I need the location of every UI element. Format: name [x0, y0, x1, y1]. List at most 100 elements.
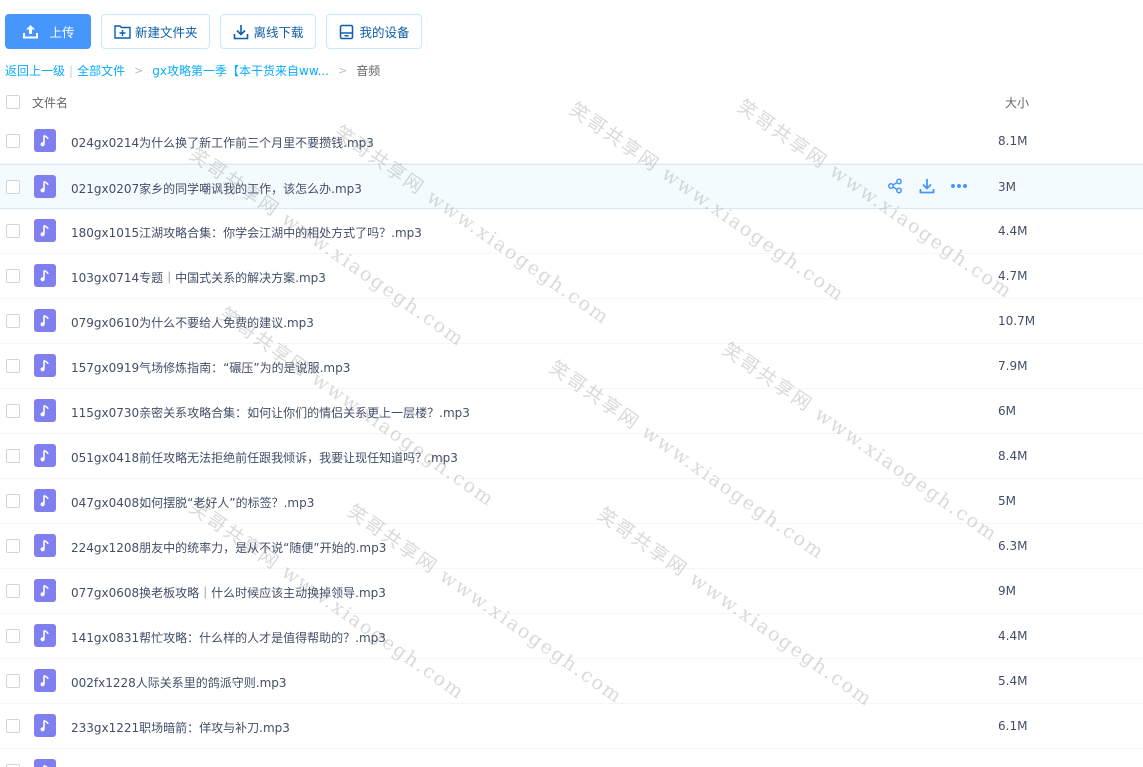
music-note-icon [34, 444, 56, 467]
list-header: 文件名 大小 [0, 90, 1143, 118]
all-files-link[interactable]: 全部文件 [77, 62, 125, 79]
music-note-icon [34, 399, 56, 422]
file-row[interactable]: 224gx1208朋友中的统率力，是从不说“随便”开始的.mp3 6.3M [0, 524, 1143, 569]
folder-link[interactable]: gx攻略第一季【本干货来自ww... [152, 62, 329, 79]
row-checkbox[interactable] [6, 314, 20, 328]
file-row[interactable]: 115gx0730亲密关系攻略合集：如何让你们的情侣关系更上一层楼？.mp3 6M [0, 389, 1143, 434]
row-checkbox[interactable] [6, 180, 20, 194]
device-icon [338, 23, 356, 41]
upload-icon [21, 23, 39, 41]
file-size: 9M [998, 584, 1016, 598]
music-note-icon [34, 534, 56, 557]
file-size: 5.4M [998, 674, 1028, 688]
row-checkbox[interactable] [6, 719, 20, 733]
file-row[interactable]: 021gx0207家乡的同学嘲讽我的工作，该怎么办.mp3 3M [0, 164, 1143, 209]
upload-button[interactable]: 上传 [5, 14, 91, 49]
breadcrumb-chevron-icon: > [338, 64, 348, 77]
row-checkbox[interactable] [6, 449, 20, 463]
file-name[interactable]: 079gx0610为什么不要给人免费的建议.mp3 [71, 314, 314, 331]
file-row[interactable] [0, 749, 1143, 767]
row-checkbox[interactable] [6, 269, 20, 283]
row-checkbox[interactable] [6, 539, 20, 553]
row-checkbox[interactable] [6, 359, 20, 373]
music-note-icon [34, 354, 56, 377]
music-note-icon [34, 175, 56, 198]
row-checkbox[interactable] [6, 404, 20, 418]
my-devices-label: 我的设备 [359, 25, 410, 40]
row-actions [886, 177, 968, 195]
file-size: 4.7M [998, 269, 1028, 283]
file-list: 024gx0214为什么换了新工作前三个月里不要攒钱.mp3 8.1M 021gx0… [0, 119, 1143, 767]
row-checkbox[interactable] [6, 224, 20, 238]
more-icon[interactable] [950, 177, 968, 195]
file-size: 8.1M [998, 134, 1028, 148]
file-size: 4.4M [998, 629, 1028, 643]
current-folder: 音频 [356, 64, 381, 78]
share-icon[interactable] [886, 177, 904, 195]
file-row[interactable]: 180gx1015江湖攻略合集：你学会江湖中的相处方式了吗？.mp3 4.4M [0, 209, 1143, 254]
file-size: 6M [998, 404, 1016, 418]
file-name[interactable]: 224gx1208朋友中的统率力，是从不说“随便”开始的.mp3 [71, 539, 386, 556]
music-note-icon [34, 219, 56, 242]
download-icon [232, 23, 250, 41]
music-note-icon [34, 129, 56, 152]
file-size: 3M [998, 180, 1016, 194]
breadcrumb-separator: | [69, 63, 74, 78]
file-size: 7.9M [998, 359, 1028, 373]
file-name[interactable]: 103gx0714专题｜中国式关系的解决方案.mp3 [71, 269, 326, 286]
new-folder-button[interactable]: 新建文件夹 [101, 14, 210, 49]
file-size: 6.1M [998, 719, 1028, 733]
file-row[interactable]: 141gx0831帮忙攻略：什么样的人才是值得帮助的？.mp3 4.4M [0, 614, 1143, 659]
row-checkbox[interactable] [6, 674, 20, 688]
file-size: 4.4M [998, 224, 1028, 238]
file-name[interactable]: 024gx0214为什么换了新工作前三个月里不要攒钱.mp3 [71, 134, 374, 151]
upload-label: 上传 [49, 25, 75, 40]
column-header-size[interactable]: 大小 [1005, 94, 1029, 111]
file-name[interactable]: 233gx1221职场暗箭：佯攻与补刀.mp3 [71, 719, 290, 736]
file-name[interactable]: 047gx0408如何摆脱“老好人”的标签？.mp3 [71, 494, 314, 511]
new-folder-label: 新建文件夹 [135, 25, 198, 40]
file-row[interactable]: 002fx1228人际关系里的鸽派守则.mp3 5.4M [0, 659, 1143, 704]
folder-plus-icon [113, 23, 131, 41]
music-note-icon [34, 489, 56, 512]
file-name[interactable]: 051gx0418前任攻略无法拒绝前任跟我倾诉，我要让现任知道吗？.mp3 [71, 449, 458, 466]
file-name[interactable]: 021gx0207家乡的同学嘲讽我的工作，该怎么办.mp3 [71, 180, 362, 197]
column-header-name[interactable]: 文件名 [32, 94, 68, 111]
download-icon[interactable] [918, 177, 936, 195]
file-name[interactable]: 180gx1015江湖攻略合集：你学会江湖中的相处方式了吗？.mp3 [71, 224, 422, 241]
music-note-icon [34, 264, 56, 287]
file-row[interactable]: 233gx1221职场暗箭：佯攻与补刀.mp3 6.1M [0, 704, 1143, 749]
offline-download-label: 离线下载 [253, 25, 304, 40]
row-checkbox[interactable] [6, 134, 20, 148]
file-size: 5M [998, 494, 1016, 508]
file-row[interactable]: 051gx0418前任攻略无法拒绝前任跟我倾诉，我要让现任知道吗？.mp3 8.4… [0, 434, 1143, 479]
file-row[interactable]: 157gx0919气场修炼指南：“碾压”为的是说服.mp3 7.9M [0, 344, 1143, 389]
music-note-icon [34, 309, 56, 332]
back-link[interactable]: 返回上一级 [5, 62, 65, 79]
toolbar: 上传 新建文件夹 离线下载 我的设备 [5, 14, 422, 49]
row-checkbox[interactable] [6, 584, 20, 598]
music-note-icon [34, 669, 56, 692]
row-checkbox[interactable] [6, 494, 20, 508]
file-manager-page: 上传 新建文件夹 离线下载 我的设备 返回上一级 | 全部文件 > gx攻略第一… [0, 0, 1143, 767]
file-name[interactable]: 002fx1228人际关系里的鸽派守则.mp3 [71, 674, 287, 691]
offline-download-button[interactable]: 离线下载 [219, 14, 316, 49]
select-all-checkbox[interactable] [6, 95, 20, 109]
file-row[interactable]: 103gx0714专题｜中国式关系的解决方案.mp3 4.7M [0, 254, 1143, 299]
row-checkbox[interactable] [6, 629, 20, 643]
file-row[interactable]: 047gx0408如何摆脱“老好人”的标签？.mp3 5M [0, 479, 1143, 524]
file-size: 10.7M [998, 314, 1036, 328]
file-row[interactable]: 079gx0610为什么不要给人免费的建议.mp3 10.7M [0, 299, 1143, 344]
file-size: 6.3M [998, 539, 1028, 553]
file-name[interactable]: 115gx0730亲密关系攻略合集：如何让你们的情侣关系更上一层楼？.mp3 [71, 404, 470, 421]
my-devices-button[interactable]: 我的设备 [325, 14, 422, 49]
file-name[interactable]: 077gx0608换老板攻略｜什么时候应该主动换掉领导.mp3 [71, 584, 386, 601]
music-note-icon [34, 714, 56, 737]
file-name[interactable]: 157gx0919气场修炼指南：“碾压”为的是说服.mp3 [71, 359, 350, 376]
file-row[interactable]: 077gx0608换老板攻略｜什么时候应该主动换掉领导.mp3 9M [0, 569, 1143, 614]
file-name[interactable]: 141gx0831帮忙攻略：什么样的人才是值得帮助的？.mp3 [71, 629, 386, 646]
file-row[interactable]: 024gx0214为什么换了新工作前三个月里不要攒钱.mp3 8.1M [0, 119, 1143, 164]
music-note-icon [34, 759, 56, 767]
breadcrumb-chevron-icon: > [134, 64, 144, 77]
file-size: 8.4M [998, 449, 1028, 463]
